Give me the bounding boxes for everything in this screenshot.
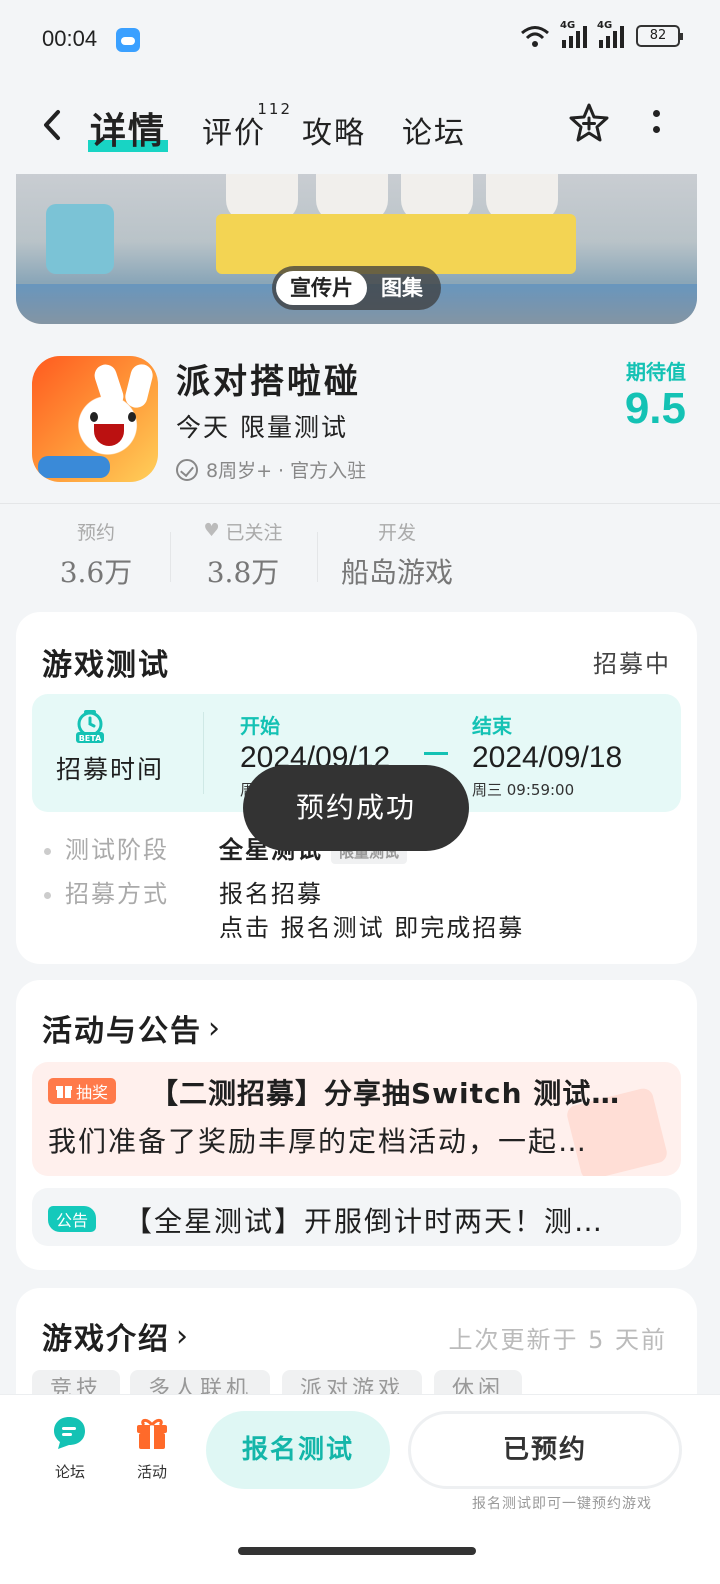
battery-icon: 82 [636,25,683,47]
expect-label: 期待值 [626,360,686,384]
badge-label: 抽奖 [76,1083,109,1102]
gift-icon [137,1418,167,1449]
last-updated: 上次更新于 5 天前 [448,1326,667,1354]
svg-text:BETA: BETA [79,734,102,743]
range-dash [424,752,448,755]
wifi-icon [521,26,549,47]
stat-reservations: 预约 3.6万 [56,518,136,591]
divider [203,712,204,794]
signal-icon-2: 4G [597,20,624,48]
stat-developer[interactable]: 开发 船岛游戏 [330,518,464,591]
info-key: 测试阶段 [65,836,169,864]
forum-shortcut[interactable]: 论坛 [40,1415,100,1482]
stat-followers[interactable]: 已关注 3.8万 [188,518,298,591]
beta-timer-icon: BETA [76,710,104,743]
end-date: 2024/09/18 [472,741,623,774]
top-nav: 详情 评价 112 攻略 论坛 [0,90,720,162]
tab-guides[interactable]: 攻略 [302,108,366,152]
game-meta-text: 8周岁+ · 官方入驻 [206,460,367,482]
banner-art [46,204,114,274]
stats-row: 预约 3.6万 已关注 3.8万 开发 船岛游戏 [0,518,720,598]
tab-reviews[interactable]: 评价 112 [202,100,290,152]
stat-label: 开发 [377,522,416,544]
tab-bar: 详情 评价 112 攻略 论坛 [87,100,466,154]
more-vertical-icon[interactable] [650,110,664,140]
bottom-action-bar: 论坛 活动 报名测试 已预约 报名测试即可一键预约游戏 [0,1394,720,1584]
tab-reviews-label: 评价 [202,116,267,151]
weather-app-icon [116,28,140,52]
status-bar: 00:04 4G 4G 82 [0,0,720,80]
heart-icon [203,520,221,541]
chevron-right-icon: › [176,1318,190,1354]
forum-label: 论坛 [54,1463,85,1481]
info-row-method: 招募方式 [44,874,169,909]
signal-icon: 4G [560,20,587,48]
back-chevron-icon[interactable] [38,108,68,142]
toast-message: 预约成功 [243,765,469,851]
media-banner[interactable]: 宣传片 图集 [16,174,697,324]
banner-art-board [216,214,576,274]
media-tab-gallery[interactable]: 图集 [367,271,437,305]
tab-details[interactable]: 详情 [87,102,169,154]
card-title: 游戏介绍 [42,1322,170,1357]
reserved-button[interactable]: 已预约 [408,1411,682,1489]
recruit-time-label: 招募时间 [56,755,165,784]
news-item-lottery[interactable]: 抽奖 【二测招募】分享抽Switch 测试… 我们准备了奖励丰厚的定档活动，一起… [32,1062,681,1176]
news-title: 【全星测试】开服倒计时两天！测… [124,1205,605,1238]
game-status: 今天 限量测试 [176,413,348,442]
activity-label: 活动 [136,1463,167,1481]
media-tab-trailer[interactable]: 宣传片 [276,271,367,305]
announcement-badge: 公告 [48,1206,97,1232]
info-row-stage: 测试阶段 [44,830,169,865]
network-label-2: 4G [597,20,613,31]
end-label: 结束 [472,714,512,738]
divider [170,532,171,582]
stat-label-row: 已关注 [188,518,298,545]
news-desc: 我们准备了奖励丰厚的定档活动，一起… [48,1125,589,1158]
status-time: 00:04 [42,26,98,51]
stat-label: 已关注 [225,522,283,544]
gift-icon [56,1086,72,1098]
activity-shortcut[interactable]: 活动 [122,1415,182,1482]
game-header: 派对搭啦碰 今天 限量测试 8周岁+ · 官方入驻 期待值 9.5 [0,340,720,500]
media-toggle: 宣传片 图集 [272,266,441,310]
stat-value: 3.8万 [206,556,280,589]
stat-label: 预约 [76,522,115,544]
divider [0,503,720,504]
card-title: 游戏测试 [42,648,170,683]
news-item-announcement[interactable]: 公告 【全星测试】开服倒计时两天！测… [32,1188,681,1246]
status-icons: 4G 4G 82 [520,20,683,48]
tab-forum[interactable]: 论坛 [402,108,466,152]
activity-announcement-card: 活动与公告 › 抽奖 【二测招募】分享抽Switch 测试… 我们准备了奖励丰厚的… [16,980,697,1270]
card-title-link[interactable]: 游戏介绍 › [42,1314,190,1358]
recruit-state: 招募中 [593,650,671,678]
news-title: 【二测招募】分享抽Switch 测试… [150,1077,621,1110]
game-title: 派对搭啦碰 [176,362,361,402]
review-count: 112 [257,100,293,118]
game-meta: 8周岁+ · 官方入驻 [176,456,366,483]
action-hint: 报名测试即可一键预约游戏 [472,1496,652,1512]
info-key: 招募方式 [65,880,169,908]
expect-value: 9.5 [624,384,686,433]
info-value-2: 点击 报名测试 即完成招募 [219,914,525,942]
forum-chat-icon [54,1417,85,1449]
end-column: 结束 2024/09/18 周三 09:59:00 [472,710,622,800]
stat-value: 船岛游戏 [340,556,453,589]
card-title: 活动与公告 [42,1014,202,1049]
home-indicator[interactable] [238,1547,476,1555]
info-value: 报名招募 [219,880,323,908]
network-label: 4G [560,20,576,31]
card-title-link[interactable]: 活动与公告 › [42,1006,222,1050]
start-label: 开始 [240,714,280,738]
end-sub: 周三 09:59:00 [472,781,575,799]
stat-value: 3.6万 [59,556,133,589]
verified-icon [176,458,198,481]
lottery-badge: 抽奖 [48,1078,117,1104]
chevron-right-icon: › [208,1010,222,1046]
game-app-icon [32,356,158,482]
star-add-icon[interactable] [568,102,610,144]
expect-score[interactable]: 期待值 9.5 [625,356,686,433]
divider [317,532,318,582]
apply-test-button[interactable]: 报名测试 [206,1411,390,1489]
